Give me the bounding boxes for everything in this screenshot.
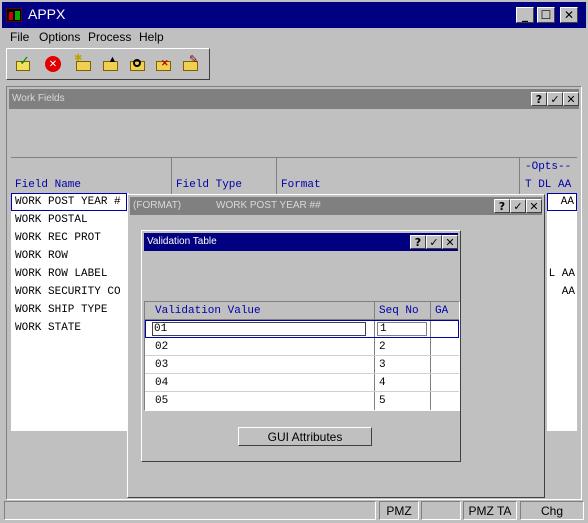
close-window-button[interactable]: ✕ <box>442 235 458 249</box>
field-row[interactable]: WORK POSTAL <box>11 211 127 229</box>
close-icon: ✕ <box>566 92 576 106</box>
folder-new-icon[interactable]: ✱ <box>74 53 93 71</box>
help-button[interactable]: ? <box>494 199 510 213</box>
main-titlebar: APPX _ ☐ ✕ <box>2 2 586 28</box>
format-label: (FORMAT) <box>133 200 182 211</box>
field-row[interactable]: WORK SECURITY CO <box>11 283 127 301</box>
field-row[interactable]: WORK REC PROT <box>11 229 127 247</box>
opts-cell[interactable]: AA <box>547 193 577 211</box>
status-cell-pmz: PMZ <box>379 501 419 520</box>
folder-edit-icon[interactable]: ✎ <box>182 54 200 71</box>
help-button[interactable]: ? <box>531 92 547 106</box>
work-fields-title: Work Fields <box>12 93 65 104</box>
table-row[interactable]: 02 2 <box>145 338 459 356</box>
validation-title: Validation Table <box>147 236 217 247</box>
validation-value-header: Validation Value <box>155 305 261 317</box>
maximize-button[interactable]: ☐ <box>537 7 555 23</box>
field-row[interactable]: WORK STATE <box>11 319 127 337</box>
help-icon: ? <box>414 235 422 249</box>
validation-titlebar: Validation Table ? ✓ ✕ <box>144 233 458 251</box>
status-cell-message <box>4 501 376 520</box>
folder-cancel-icon[interactable]: ✕ <box>155 57 173 71</box>
close-window-button[interactable]: ✕ <box>526 199 542 213</box>
seq-no-header: Seq No <box>379 305 419 317</box>
field-row[interactable]: WORK POST YEAR # <box>11 193 127 211</box>
app-title: APPX <box>28 6 66 22</box>
validation-dialog: Validation Table ? ✓ ✕ Validation Value … <box>141 230 461 462</box>
status-cell-pmz-ta: PMZ TA <box>463 501 517 520</box>
accept-button[interactable]: ✓ <box>510 199 526 213</box>
menu-bar: File Options Process Help <box>2 28 586 46</box>
status-cell-chg: Chg <box>520 501 584 520</box>
field-type-header: Field Type <box>176 179 243 191</box>
opt-cols-header: T DL AA <box>525 179 572 191</box>
opts-cell[interactable]: L AA <box>547 265 577 283</box>
minimize-icon: _ <box>522 8 528 22</box>
minimize-button[interactable]: _ <box>516 7 534 23</box>
accept-button[interactable]: ✓ <box>426 235 442 249</box>
seq-no-input[interactable]: 1 <box>377 322 427 336</box>
format-window: (FORMAT) WORK POST YEAR ## ? ✓ ✕ Validat… <box>127 194 545 498</box>
field-row[interactable]: WORK ROW LABEL <box>11 265 127 283</box>
gui-attributes-button[interactable]: GUI Attributes <box>238 427 372 446</box>
check-icon: ✓ <box>513 199 523 213</box>
work-fields-header: -Opts-- Field Name Field Type Format T D… <box>11 157 577 194</box>
menu-process[interactable]: Process <box>88 30 131 44</box>
help-icon: ? <box>498 199 506 213</box>
opts-header: -Opts-- <box>525 161 572 173</box>
ga-header: GA <box>435 305 449 317</box>
ok-check-icon[interactable]: ✓ <box>15 54 33 72</box>
close-icon: ✕ <box>445 235 455 249</box>
opts-column <box>547 193 577 431</box>
table-row[interactable]: 01 1 <box>145 320 459 338</box>
validation-header: Validation Value Seq No GA <box>145 302 459 320</box>
status-bar: PMZ PMZ TA Chg <box>2 500 586 521</box>
folder-up-icon[interactable]: ▲ <box>102 54 120 71</box>
cancel-icon[interactable]: ✕ <box>45 56 61 72</box>
close-button[interactable]: ✕ <box>560 7 578 23</box>
table-row[interactable]: 03 3 <box>145 356 459 374</box>
validation-table: Validation Value Seq No GA 01 1 02 2 03 <box>144 301 460 411</box>
field-row[interactable]: WORK ROW <box>11 247 127 265</box>
format-titlebar: (FORMAT) WORK POST YEAR ## ? ✓ ✕ <box>130 197 542 215</box>
close-icon: ✕ <box>563 8 575 22</box>
accept-button[interactable]: ✓ <box>547 92 563 106</box>
opts-cell[interactable]: AA <box>547 283 577 301</box>
help-icon: ? <box>535 92 543 106</box>
close-icon: ✕ <box>529 199 539 213</box>
folder-search-icon[interactable] <box>129 57 147 71</box>
validation-value-input[interactable]: 01 <box>152 322 366 336</box>
field-row[interactable]: WORK SHIP TYPE <box>11 301 127 319</box>
field-name-header: Field Name <box>15 179 82 191</box>
work-fields-titlebar: Work Fields ? ✓ ✕ <box>9 89 579 109</box>
menu-file[interactable]: File <box>10 30 29 44</box>
close-window-button[interactable]: ✕ <box>563 92 579 106</box>
toolbar: ✓ ✕ ✱ ▲ ✕ ✎ <box>6 48 210 80</box>
table-row[interactable]: 04 4 <box>145 374 459 392</box>
menu-options[interactable]: Options <box>39 30 80 44</box>
format-header: Format <box>281 179 321 191</box>
appx-logo-icon <box>6 8 22 22</box>
menu-help[interactable]: Help <box>139 30 164 44</box>
format-field-title: WORK POST YEAR ## <box>216 200 321 211</box>
maximize-icon: ☐ <box>540 8 552 22</box>
table-row[interactable]: 05 5 <box>145 392 459 410</box>
help-button[interactable]: ? <box>410 235 426 249</box>
check-icon: ✓ <box>429 235 439 249</box>
check-icon: ✓ <box>550 92 560 106</box>
status-cell-empty <box>421 501 461 520</box>
